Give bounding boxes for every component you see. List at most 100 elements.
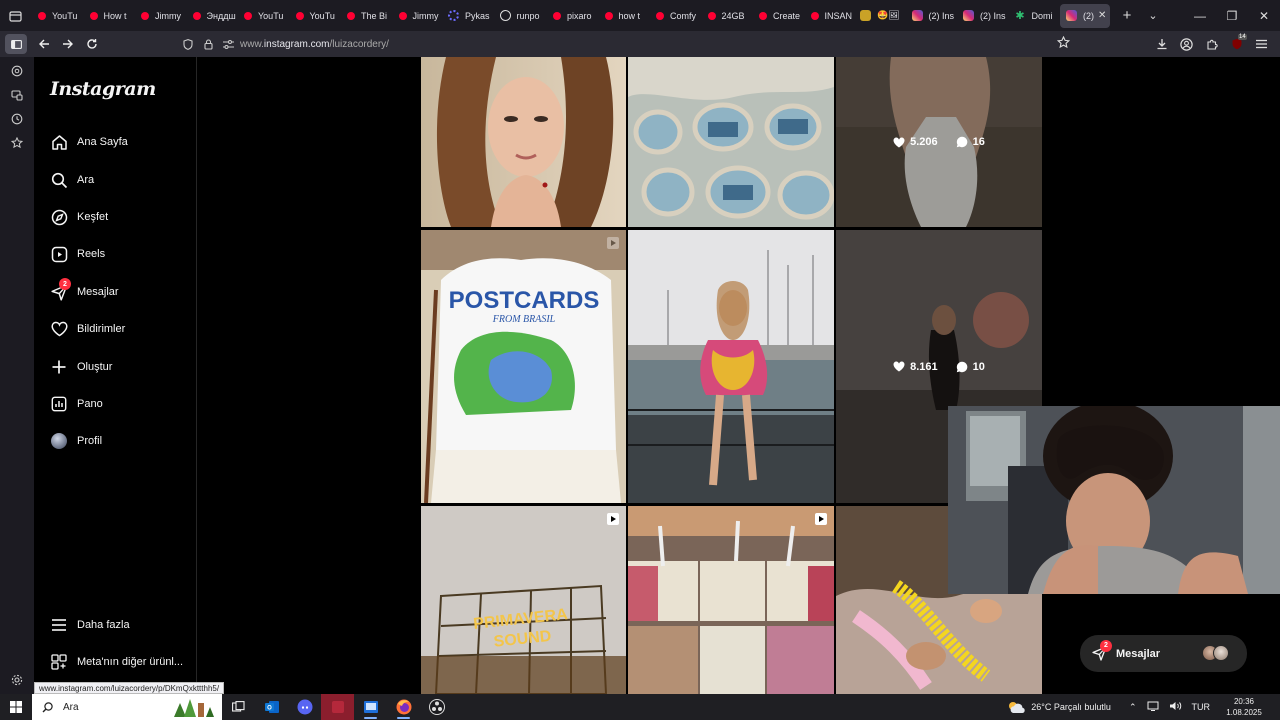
nav-meta-products[interactable]: Meta'nın diğer ürünl... — [50, 647, 183, 677]
browser-tab[interactable]: Jimmy — [133, 4, 185, 28]
post-tile[interactable]: 5.206 16 — [836, 57, 1042, 227]
weather-widget[interactable]: 26°C Parçalı bulutlu — [1007, 700, 1111, 714]
clock-date: 1.08.2025 — [1226, 708, 1262, 717]
minimize-button[interactable]: — — [1184, 0, 1216, 31]
browser-tab[interactable]: Pykas — [442, 4, 494, 28]
instagram-logo[interactable]: Instagram — [50, 78, 156, 100]
globe-icon — [499, 10, 511, 21]
synced-tabs-icon[interactable] — [0, 83, 34, 107]
post-tile[interactable]: PRIMAVERA SOUND — [421, 506, 626, 694]
close-tab-icon[interactable]: ✕ — [1098, 10, 1106, 21]
firefox-icon[interactable] — [387, 694, 420, 720]
discord-icon[interactable] — [288, 694, 321, 720]
browser-tab[interactable]: The Bi — [339, 4, 391, 28]
browser-tab[interactable]: INSAN — [803, 4, 855, 28]
browser-tab[interactable]: 24GB — [700, 4, 752, 28]
ai-chatbot-icon[interactable] — [0, 59, 34, 83]
bookmark-star-icon[interactable] — [1056, 35, 1071, 54]
forward-button[interactable] — [56, 32, 80, 56]
ublock-icon[interactable]: 14 — [1224, 32, 1249, 56]
new-tab-button[interactable]: + — [1114, 3, 1140, 29]
messages-floating-button[interactable]: 2 Mesajlar — [1080, 635, 1247, 672]
post-tile[interactable] — [628, 506, 834, 694]
browser-tab[interactable]: Энддш — [185, 4, 237, 28]
browser-tab[interactable]: How t — [82, 4, 134, 28]
post-tile[interactable]: POSTCARDS FROM BRASIL — [421, 230, 626, 503]
language-indicator[interactable]: TUR — [1192, 702, 1211, 712]
nav-profile[interactable]: Profil — [50, 426, 102, 456]
account-icon[interactable] — [1174, 32, 1199, 56]
browser-tab[interactable]: YouTu — [30, 4, 82, 28]
customize-sidebar-icon[interactable] — [0, 668, 34, 692]
nav-create[interactable]: Oluştur — [50, 352, 112, 382]
window-controls: — ❐ ✕ — [1184, 0, 1280, 31]
tab-title: Энддш — [206, 10, 236, 21]
task-view-icon[interactable] — [222, 694, 255, 720]
nav-messages[interactable]: 2 Mesajlar — [50, 277, 119, 307]
browser-tab[interactable]: (2) Ins — [906, 4, 958, 28]
back-button[interactable] — [32, 32, 56, 56]
volume-icon[interactable] — [1169, 701, 1182, 713]
outlook-icon[interactable]: O — [255, 694, 288, 720]
browser-tab[interactable]: (2) ✕ — [1060, 3, 1110, 28]
browser-tab[interactable]: YouTu — [236, 4, 288, 28]
likes-count: 8.161 — [893, 361, 938, 373]
tab-title: INSAN — [824, 10, 853, 21]
post-tile[interactable] — [628, 230, 834, 503]
list-all-tabs-button[interactable]: ⌄ — [1140, 9, 1166, 22]
weather-text: 26°C Parçalı bulutlu — [1031, 702, 1111, 712]
network-icon[interactable] — [1147, 701, 1159, 713]
browser-tab[interactable]: pixaro — [545, 4, 597, 28]
nav-explore[interactable]: Keşfet — [50, 202, 108, 232]
browser-tab[interactable]: runpo — [494, 4, 546, 28]
clock-time: 20:36 — [1233, 697, 1255, 706]
permissions-icon[interactable] — [218, 39, 238, 49]
clock[interactable]: 20:36 1.08.2025 — [1220, 696, 1268, 718]
browser-tab[interactable]: Create — [751, 4, 803, 28]
address-bar[interactable]: www.instagram.com/luizacordery/ — [178, 34, 1078, 54]
nav-home[interactable]: Ana Sayfa — [50, 127, 128, 157]
nav-notifications[interactable]: Bildirimler — [50, 314, 125, 344]
show-hidden-icons-chevron[interactable]: ⌃ — [1129, 702, 1137, 713]
comment-icon — [956, 361, 967, 372]
close-window-button[interactable]: ✕ — [1248, 0, 1280, 31]
history-icon[interactable] — [0, 107, 34, 131]
nav-search[interactable]: Ara — [50, 165, 94, 195]
nav-reels[interactable]: Reels — [50, 239, 105, 269]
svg-text:FROM BRASIL: FROM BRASIL — [492, 314, 556, 325]
tab-title: 24GB — [721, 10, 745, 21]
taskbar-app-icon[interactable] — [354, 694, 387, 720]
post-tile[interactable] — [628, 57, 834, 227]
nav-label: Oluştur — [77, 361, 113, 373]
sidebar-toggle-button[interactable] — [5, 34, 27, 54]
likes-count: 5.206 — [893, 136, 938, 148]
browser-tab[interactable]: (2) Ins — [957, 4, 1009, 28]
tab-overview-button[interactable] — [0, 0, 30, 31]
restore-button[interactable]: ❐ — [1216, 0, 1248, 31]
shield-icon[interactable] — [178, 38, 198, 50]
lock-icon[interactable] — [198, 38, 218, 50]
app-menu-icon[interactable] — [1249, 32, 1274, 56]
browser-tab[interactable]: YouTu — [288, 4, 340, 28]
start-button[interactable] — [0, 694, 32, 720]
post-image: PRIMAVERA SOUND — [421, 506, 626, 694]
browser-tab[interactable]: ✱ Domi — [1009, 4, 1061, 28]
bookmarks-icon[interactable] — [0, 131, 34, 155]
media-app-icon[interactable] — [321, 694, 354, 720]
obs-icon[interactable] — [420, 694, 453, 720]
nav-dashboard[interactable]: Pano — [50, 389, 103, 419]
taskbar-search-input[interactable]: Ara — [32, 694, 222, 720]
browser-tab[interactable]: 🤩🖼 — [854, 4, 906, 28]
nav-more[interactable]: Daha fazla — [50, 610, 130, 640]
url-prefix: www. — [240, 38, 264, 50]
downloads-icon[interactable] — [1149, 32, 1174, 56]
browser-tab[interactable]: Jimmy — [391, 4, 443, 28]
post-tile[interactable] — [421, 57, 626, 227]
browser-tab[interactable]: Comfy — [648, 4, 700, 28]
youtube-icon — [141, 11, 149, 20]
browser-tab-strip: YouTu How t Jimmy Энддш YouTu YouTu The Bi Jimm… — [0, 0, 1280, 31]
browser-tab[interactable]: how t — [597, 4, 649, 28]
extensions-icon[interactable] — [1199, 32, 1224, 56]
svg-text:O: O — [267, 706, 272, 712]
reload-button[interactable] — [80, 32, 104, 56]
